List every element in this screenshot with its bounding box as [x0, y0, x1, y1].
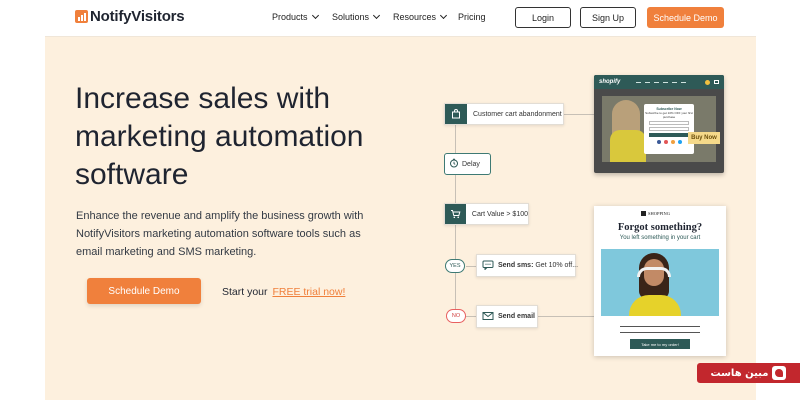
free-trial-text: Start your FREE trial now! — [222, 286, 345, 298]
hero-title-line-3: software — [75, 158, 189, 191]
email-preview: SHOPPING Forgot something? You left some… — [594, 206, 726, 356]
flow-step-label: Customer cart abandonment — [473, 110, 562, 118]
message-icon — [482, 260, 494, 272]
buy-now-button: Buy Now — [688, 132, 720, 144]
nav-pricing[interactable]: Pricing — [458, 12, 486, 22]
nav-products[interactable]: Products — [272, 11, 319, 22]
email-subtitle: You left something in your cart — [619, 235, 701, 241]
hero-title: Increase sales with marketing automation… — [75, 80, 395, 194]
product-banner-image: Subscribe Now Subscribe to get 10% OFF y… — [602, 96, 720, 162]
sign-up-button[interactable]: Sign Up — [580, 7, 636, 28]
shopify-store-preview: shopify Subscribe Now Subscribe to get 1… — [594, 75, 724, 173]
divider — [620, 332, 700, 333]
watermark-logo-icon — [772, 366, 787, 380]
envelope-icon — [482, 311, 494, 323]
cart-icon — [714, 80, 719, 84]
flow-step-send-sms: Send sms: Get 10% off... — [476, 254, 578, 277]
popup-text: Subscribe to get 10% OFF your first purc… — [645, 111, 693, 119]
no-badge: NO — [446, 309, 466, 323]
email-cta-button: Take me to my order! — [630, 339, 690, 349]
social-icons — [644, 140, 694, 144]
hero-title-line-2: marketing automation — [75, 120, 364, 153]
flow-connector — [537, 316, 594, 317]
nav-solutions[interactable]: Solutions — [332, 11, 381, 22]
chevron-down-icon — [311, 11, 319, 20]
email-brand-label: SHOPPING — [648, 211, 671, 216]
email-title: Forgot something? — [617, 222, 703, 233]
hero-title-line-1: Increase sales with — [75, 82, 331, 115]
bar-chart-icon — [75, 10, 88, 23]
chevron-down-icon — [439, 11, 448, 20]
headphones-icon — [637, 267, 671, 277]
login-button[interactable]: Login — [515, 7, 571, 28]
user-icon — [705, 79, 710, 85]
cart-icon — [445, 204, 466, 224]
popup-email-input — [649, 121, 689, 125]
logo[interactable]: NotifyVisitors — [75, 8, 185, 25]
shopping-bag-icon — [445, 104, 467, 124]
trial-prefix: Start your — [222, 286, 268, 298]
shopping-bag-icon — [641, 211, 646, 216]
send-sms-detail: Get 10% off... — [535, 262, 579, 269]
nav-products-label: Products — [272, 12, 308, 22]
chevron-down-icon — [372, 11, 381, 20]
flow-connector — [466, 316, 476, 317]
nav-pricing-label: Pricing — [458, 12, 486, 22]
cart-value-label: Cart Value > $100 — [471, 210, 528, 218]
yes-badge: YES — [445, 259, 465, 273]
flow-step-cart-abandonment: Customer cart abandonment — [444, 103, 564, 125]
flow-step-send-email: Send email — [476, 305, 538, 328]
popup-subscribe-button — [649, 133, 689, 137]
email-hero-image — [601, 249, 719, 316]
send-sms-bold: Send sms: — [498, 262, 534, 269]
watermark-text: مبین هاست — [710, 367, 769, 379]
subscribe-popup: Subscribe Now Subscribe to get 10% OFF y… — [644, 104, 694, 154]
right-margin — [756, 0, 800, 400]
shopify-header: shopify — [594, 75, 724, 89]
header-schedule-demo-button[interactable]: Schedule Demo — [647, 7, 724, 28]
nav-resources-label: Resources — [393, 12, 437, 22]
shopify-logo: shopify — [599, 79, 621, 85]
free-trial-link[interactable]: FREE trial now! — [272, 286, 345, 298]
nav-solutions-label: Solutions — [332, 12, 370, 22]
flow-step-delay: Delay — [444, 153, 491, 175]
hero-description: Enhance the revenue and amplify the busi… — [76, 210, 364, 258]
nav-resources[interactable]: Resources — [393, 11, 448, 22]
clock-icon — [449, 158, 459, 170]
logo-text: NotifyVisitors — [90, 8, 185, 25]
flow-connector — [466, 266, 476, 267]
flow-step-cart-value: Cart Value > $100 — [444, 203, 529, 225]
left-margin — [0, 0, 45, 400]
divider — [620, 326, 700, 327]
watermark-badge: مبین هاست — [697, 363, 800, 383]
send-sms-text: Send sms: Get 10% off... — [494, 262, 578, 269]
hero-schedule-demo-button[interactable]: Schedule Demo — [87, 278, 201, 304]
delay-label: Delay — [462, 160, 480, 168]
email-brand: SHOPPING — [641, 211, 670, 216]
flow-connector — [564, 114, 594, 115]
send-email-label: Send email — [498, 313, 535, 320]
